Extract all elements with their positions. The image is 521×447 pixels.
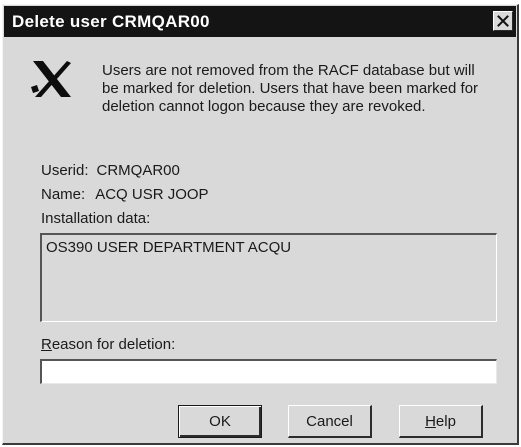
userid-value: CRMQAR00 <box>96 162 180 179</box>
title-bar[interactable]: Delete user CRMQAR00 <box>4 6 516 37</box>
reason-input[interactable] <box>40 359 497 384</box>
name-row: Name: ACQ USR JOOP <box>41 186 209 203</box>
userid-label: Userid: <box>41 162 89 179</box>
delete-user-dialog: Delete user CRMQAR00 Users are not remov… <box>2 4 519 445</box>
name-label: Name: <box>41 186 86 203</box>
deletion-message: Users are not removed from the RACF data… <box>102 62 479 115</box>
installation-data-field: OS390 USER DEPARTMENT ACQU <box>40 233 497 322</box>
name-value: ACQ USR JOOP <box>95 186 209 203</box>
x-mark-icon <box>31 61 71 97</box>
window-title: Delete user CRMQAR00 <box>12 12 210 31</box>
userid-row: Userid: CRMQAR00 <box>41 162 180 179</box>
help-button[interactable]: Help <box>399 405 483 438</box>
installation-data-label: Installation data: <box>41 210 151 227</box>
help-label-rest: elp <box>435 412 456 430</box>
close-icon <box>497 15 509 27</box>
reason-label-text: eason for deletion: <box>51 336 176 353</box>
ok-button[interactable]: OK <box>178 405 262 438</box>
reason-label-mnemonic: R <box>41 336 52 353</box>
reason-label: Reason for deletion: <box>41 336 175 353</box>
help-mnemonic: H <box>425 412 436 430</box>
cancel-button[interactable]: Cancel <box>288 405 372 438</box>
close-button[interactable] <box>493 11 513 31</box>
installation-data-value: OS390 USER DEPARTMENT ACQU <box>46 239 292 256</box>
